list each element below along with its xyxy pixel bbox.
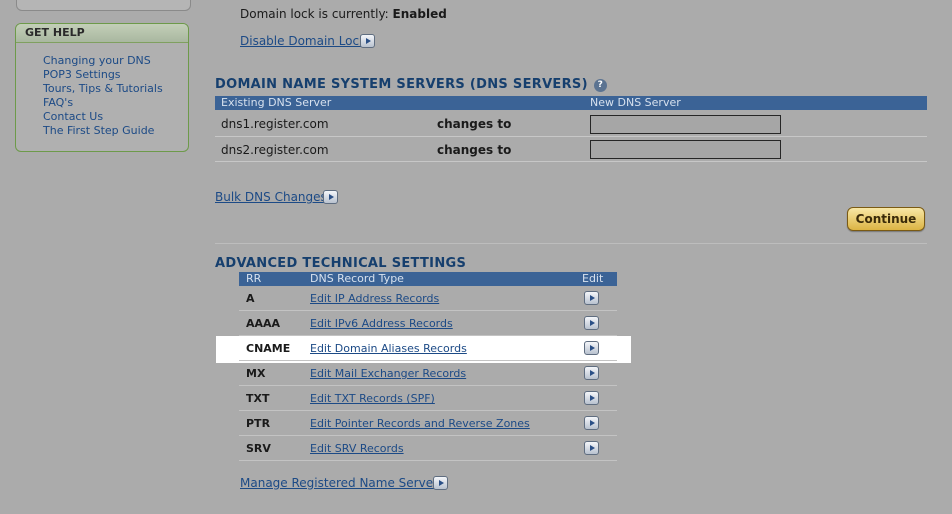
edit-aaaa-records-link[interactable]: Edit IPv6 Address Records — [310, 317, 453, 330]
help-link-tours-tips[interactable]: Tours, Tips & Tutorials — [43, 82, 188, 96]
dns-col-existing: Existing DNS Server — [221, 96, 332, 109]
edit-aaaa-arrow-icon[interactable] — [584, 316, 599, 330]
table-row: TXT Edit TXT Records (SPF) — [239, 386, 617, 411]
dns-col-new: New DNS Server — [590, 96, 681, 109]
edit-ptr-arrow-icon[interactable] — [584, 416, 599, 430]
help-link-changing-dns[interactable]: Changing your DNS — [43, 54, 188, 68]
advanced-table-header: RR DNS Record Type Edit — [239, 272, 617, 286]
help-icon[interactable]: ? — [593, 79, 607, 92]
rr-type: MX — [246, 367, 266, 380]
dns-row-2-server: dns2.register.com — [221, 143, 329, 157]
rr-type: AAAA — [246, 317, 281, 330]
edit-a-records-link[interactable]: Edit IP Address Records — [310, 292, 439, 305]
advanced-col-rr: RR — [246, 272, 262, 285]
domain-lock-label: Domain lock is currently: — [240, 7, 389, 21]
dns-row-2-divider — [215, 161, 927, 162]
edit-mx-records-link[interactable]: Edit Mail Exchanger Records — [310, 367, 466, 380]
dns-row-1-divider — [215, 136, 927, 137]
edit-srv-records-link[interactable]: Edit SRV Records — [310, 442, 404, 455]
table-row: SRV Edit SRV Records — [239, 436, 617, 461]
rr-type: TXT — [246, 392, 270, 405]
rr-type: PTR — [246, 417, 271, 430]
new-dns-server-1-input[interactable] — [590, 115, 781, 134]
get-help-title: GET HELP — [16, 24, 188, 43]
table-row: AAAA Edit IPv6 Address Records — [239, 311, 617, 336]
get-help-links: Changing your DNS POP3 Settings Tours, T… — [16, 43, 188, 138]
dns-servers-heading: DOMAIN NAME SYSTEM SERVERS (DNS SERVERS)… — [215, 77, 607, 92]
table-row: PTR Edit Pointer Records and Reverse Zon… — [239, 411, 617, 436]
dns-row-1-server: dns1.register.com — [221, 117, 329, 131]
manage-name-servers-link[interactable]: Manage Registered Name Servers — [240, 476, 444, 490]
help-link-faqs[interactable]: FAQ's — [43, 96, 188, 110]
edit-cname-arrow-icon[interactable] — [584, 341, 599, 355]
dns-table-header: Existing DNS Server New DNS Server — [215, 96, 927, 110]
rr-type: SRV — [246, 442, 271, 455]
help-link-contact-us[interactable]: Contact Us — [43, 110, 188, 124]
domain-lock-status: Domain lock is currently: Enabled — [240, 7, 447, 21]
edit-cname-records-link[interactable]: Edit Domain Aliases Records — [310, 342, 467, 355]
edit-txt-records-link[interactable]: Edit TXT Records (SPF) — [310, 392, 435, 405]
advanced-col-type: DNS Record Type — [310, 272, 404, 285]
continue-button[interactable]: Continue — [847, 207, 925, 231]
dns-row-1-changes-to: changes to — [437, 117, 512, 131]
section-divider — [215, 243, 927, 244]
edit-txt-arrow-icon[interactable] — [584, 391, 599, 405]
table-row: MX Edit Mail Exchanger Records — [239, 361, 617, 386]
help-link-first-step-guide[interactable]: The First Step Guide — [43, 124, 188, 138]
manage-name-servers-arrow-icon[interactable] — [433, 476, 448, 490]
rr-type: CNAME — [246, 342, 291, 355]
domain-lock-value: Enabled — [392, 7, 447, 21]
dns-row-2-changes-to: changes to — [437, 143, 512, 157]
disable-domain-lock-link[interactable]: Disable Domain Lock — [240, 34, 366, 48]
advanced-settings-heading: ADVANCED TECHNICAL SETTINGS — [215, 256, 467, 271]
sidebar-top-panel — [16, 0, 191, 11]
edit-mx-arrow-icon[interactable] — [584, 366, 599, 380]
table-row: CNAME Edit Domain Aliases Records — [239, 336, 617, 361]
edit-a-arrow-icon[interactable] — [584, 291, 599, 305]
row-divider — [239, 460, 617, 461]
dns-servers-heading-text: DOMAIN NAME SYSTEM SERVERS (DNS SERVERS) — [215, 77, 588, 92]
table-row: A Edit IP Address Records — [239, 286, 617, 311]
bulk-dns-changes-arrow-icon[interactable] — [323, 190, 338, 204]
advanced-col-edit: Edit — [582, 272, 604, 285]
edit-ptr-records-link[interactable]: Edit Pointer Records and Reverse Zones — [310, 417, 530, 430]
edit-srv-arrow-icon[interactable] — [584, 441, 599, 455]
disable-domain-lock-arrow-icon[interactable] — [360, 34, 375, 48]
help-link-pop3-settings[interactable]: POP3 Settings — [43, 68, 188, 82]
bulk-dns-changes-link[interactable]: Bulk DNS Changes — [215, 190, 327, 204]
new-dns-server-2-input[interactable] — [590, 140, 781, 159]
get-help-panel: GET HELP Changing your DNS POP3 Settings… — [15, 23, 189, 152]
rr-type: A — [246, 292, 255, 305]
